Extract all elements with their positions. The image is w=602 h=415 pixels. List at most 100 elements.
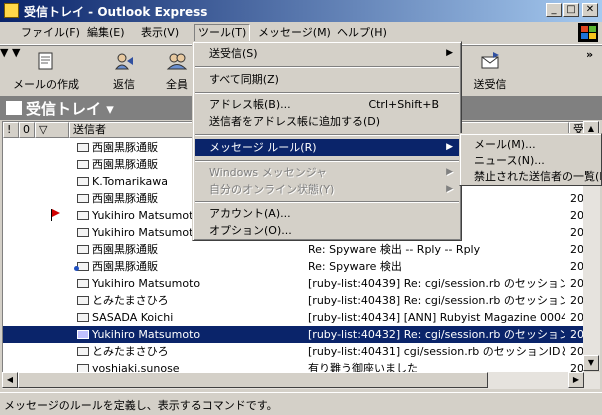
read-envelope-icon: [77, 160, 89, 169]
message-row[interactable]: 西園黒豚通販 Re: Spyware 検出 20: [3, 258, 583, 275]
tools-menu-dropdown: 送受信(S) ▶ すべて同期(Z) アドレス帳(B)... Ctrl+Shift+B…: [192, 41, 462, 241]
toolbar-more-icon[interactable]: »: [586, 48, 593, 61]
message-from: とみたまさひろ: [92, 345, 169, 358]
status-text: メッセージのルールを定義し、表示するコマンドです。: [4, 399, 278, 412]
menu-view[interactable]: 表示(V): [138, 25, 182, 41]
reply-button[interactable]: 返信: [104, 48, 144, 92]
compose-button[interactable]: メールの作成: [10, 48, 82, 92]
message-date: 20: [570, 209, 584, 222]
window-title: 受信トレイ - Outlook Express: [24, 5, 208, 19]
message-date: 20: [570, 260, 584, 273]
message-subject: [ruby-list:40434] [ANN] Rubyist Magazine…: [308, 311, 565, 324]
message-from: Yukihiro Matsumoto: [92, 328, 201, 341]
submenu-mail[interactable]: メール(M)...: [462, 137, 601, 153]
horizontal-scroll-thumb[interactable]: [18, 372, 488, 388]
title-bar[interactable]: 受信トレイ - Outlook Express _ □ ✕: [0, 0, 602, 22]
message-row[interactable]: 西園黒豚通販 Re: Spyware 検出 -- Rply -- Rply 20: [3, 241, 583, 258]
message-date: 20: [570, 328, 584, 341]
outlook-express-window: 受信トレイ - Outlook Express _ □ ✕ ファイル(F) 編集…: [0, 0, 602, 415]
menu-separator: [195, 201, 459, 203]
message-row[interactable]: とみたまさひろ [ruby-list:40438] Re: cgi/session…: [3, 292, 583, 309]
menu-message-rules[interactable]: メッセージ ルール(R) ▶: [195, 139, 459, 156]
minimize-button[interactable]: _: [546, 3, 562, 17]
scroll-down-icon[interactable]: ▼: [583, 355, 599, 371]
message-row[interactable]: Yukihiro Matsumoto [ruby-list:40432] Re: …: [3, 326, 583, 343]
windows-logo-icon: [578, 23, 598, 42]
inbox-folder-icon: [6, 101, 22, 115]
read-envelope-icon: [77, 245, 89, 254]
close-button[interactable]: ✕: [582, 3, 598, 17]
maximize-button[interactable]: □: [563, 3, 579, 17]
scroll-right-icon[interactable]: ▶: [568, 372, 584, 388]
menu-sync-all[interactable]: すべて同期(Z): [195, 71, 459, 88]
menu-add-sender[interactable]: 送信者をアドレス帳に追加する(D): [195, 113, 459, 130]
reply-label: 返信: [113, 78, 135, 91]
column-attachment[interactable]: 0: [19, 122, 35, 138]
reply-all-icon: [166, 53, 188, 70]
message-from: 西園黒豚通販: [92, 243, 158, 256]
read-envelope-icon: [77, 313, 89, 322]
read-envelope-icon: [77, 177, 89, 186]
message-date: 20: [570, 192, 584, 205]
menu-edit[interactable]: 編集(E): [84, 25, 128, 41]
submenu-arrow-icon: ▶: [446, 167, 453, 177]
message-from: 西園黒豚通販: [92, 260, 158, 273]
submenu-news[interactable]: ニュース(N)...: [462, 153, 601, 169]
message-date: 20: [570, 243, 584, 256]
message-date: 20: [570, 345, 584, 358]
message-row[interactable]: SASADA Koichi [ruby-list:40434] [ANN] Rub…: [3, 309, 583, 326]
message-from: SASADA Koichi: [92, 311, 174, 324]
read-envelope-icon: [77, 347, 89, 356]
folder-name[interactable]: 受信トレイ ▾: [26, 98, 114, 119]
reply-all-label: 全員: [166, 78, 188, 91]
menu-separator: [195, 66, 459, 68]
send-receive-icon: [481, 52, 499, 69]
inbox-app-icon: [4, 3, 19, 18]
reply-all-button[interactable]: 全員: [160, 48, 194, 92]
menu-help[interactable]: ヘルプ(H): [334, 25, 390, 41]
submenu-arrow-icon: ▶: [446, 184, 453, 194]
message-subject: [ruby-list:40439] Re: cgi/session.rb のセッ…: [308, 277, 565, 290]
message-subject: [ruby-list:40431] cgi/session.rb のセッションI…: [308, 345, 565, 358]
read-envelope-icon: [77, 211, 89, 220]
message-row[interactable]: Yukihiro Matsumoto [ruby-list:40439] Re: …: [3, 275, 583, 292]
menu-tools[interactable]: ツール(T): [194, 24, 251, 42]
message-row[interactable]: とみたまさひろ [ruby-list:40431] cgi/session.rb …: [3, 343, 583, 360]
read-envelope-icon: [77, 296, 89, 305]
menu-address-book[interactable]: アドレス帳(B)... Ctrl+Shift+B: [195, 96, 459, 113]
message-subject: Re: Spyware 検出: [308, 260, 402, 273]
compose-dropdown-icon[interactable]: ▼: [0, 46, 8, 59]
message-subject: [ruby-list:40438] Re: cgi/session.rb のセッ…: [308, 294, 565, 307]
submenu-arrow-icon: ▶: [446, 142, 453, 152]
scroll-left-icon[interactable]: ◀: [2, 372, 18, 388]
menu-separator: [195, 92, 459, 94]
compose-label: メールの作成: [13, 78, 79, 91]
menu-message[interactable]: メッセージ(M): [255, 25, 334, 41]
message-date: 20: [570, 226, 584, 239]
reply-icon: [114, 53, 133, 70]
message-date: 20: [570, 277, 584, 290]
submenu-arrow-icon: ▶: [446, 48, 453, 58]
message-from: とみたまさひろ: [92, 294, 169, 307]
read-envelope-icon: [77, 330, 89, 339]
menu-online-status: 自分のオンライン状態(Y) ▶: [209, 183, 453, 196]
menu-separator: [195, 134, 459, 136]
column-flag[interactable]: ▽: [35, 122, 69, 138]
submenu-blocked-senders[interactable]: 禁止された送信者の一覧(B)...: [462, 169, 601, 185]
menu-send-receive[interactable]: 送受信(S) ▶: [195, 45, 459, 62]
message-subject: Re: Spyware 検出 -- Rply -- Rply: [308, 243, 481, 256]
message-from: Yukihiro Matsumoto: [92, 277, 201, 290]
send-receive-label: 送受信: [473, 78, 507, 91]
menu-file[interactable]: ファイル(F): [18, 25, 83, 41]
menu-accounts[interactable]: アカウント(A)...: [195, 205, 459, 222]
message-date: 20: [570, 311, 584, 324]
read-envelope-icon: [77, 143, 89, 152]
column-priority[interactable]: !: [3, 122, 19, 138]
menu-options[interactable]: オプション(O)...: [195, 222, 459, 239]
message-date: 20: [570, 294, 584, 307]
replied-envelope-icon: [74, 262, 89, 271]
compose-mail-icon: [38, 52, 53, 70]
send-receive-button[interactable]: 送受信: [466, 48, 514, 92]
menu-messenger: Windows メッセンジャ ▶: [209, 166, 453, 179]
horizontal-scrollbar[interactable]: ◀ ▶: [2, 372, 600, 389]
